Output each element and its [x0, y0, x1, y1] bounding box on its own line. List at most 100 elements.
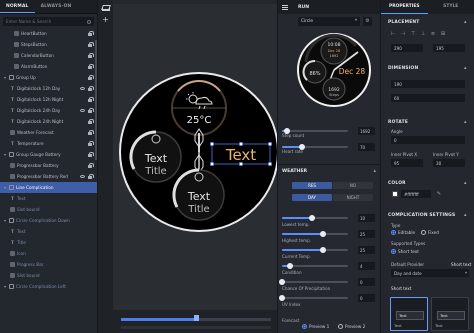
forecast-preview-1[interactable]: Preview 1	[302, 324, 329, 329]
slider-value-field[interactable]: 0	[358, 278, 375, 286]
expand-arrow-icon[interactable]: ▾	[4, 218, 8, 223]
timeline-handle[interactable]	[194, 315, 199, 321]
complication-header[interactable]: COMPLICATION SETTINGS	[388, 212, 467, 218]
slider-thumb[interactable]	[279, 279, 285, 285]
layer-item[interactable]: ▾ Circle Complication Down	[0, 215, 97, 226]
resize-handle[interactable]	[210, 162, 214, 166]
layer-search-input[interactable]: Enter Name & Search	[3, 17, 94, 26]
rotate-header[interactable]: ROTATE	[388, 119, 467, 125]
layer-item[interactable]: T Digitalclock 12h Day	[0, 83, 97, 94]
position-x-field[interactable]: 290	[391, 44, 423, 52]
layers-icon[interactable]	[102, 4, 110, 11]
align-bottom-icon[interactable]: ⊞	[440, 31, 446, 37]
slider-value-field[interactable]: 25	[358, 230, 375, 238]
value-slider[interactable]: 0	[279, 293, 375, 303]
align-center-icon[interactable]: ⊣	[400, 31, 406, 37]
forecast-preview-2[interactable]: Preview 2	[338, 324, 365, 329]
slider-value-field[interactable]: 25	[358, 246, 375, 254]
layer-item[interactable]: Icon	[0, 248, 97, 259]
align-right-icon[interactable]: ⊤	[410, 31, 416, 37]
value-slider[interactable]: 10	[282, 213, 375, 223]
lock-icon[interactable]	[88, 42, 94, 48]
tab-style[interactable]: STYLE	[428, 0, 474, 14]
visibility-icon[interactable]	[80, 108, 85, 112]
weather-toggle-button[interactable]: DAY	[292, 194, 332, 201]
layer-item[interactable]: ▾ Circle Complication Left	[0, 281, 97, 292]
slider-thumb[interactable]	[279, 295, 285, 301]
layer-item[interactable]: T Text	[0, 226, 97, 237]
layer-item[interactable]: HeartButton	[0, 28, 97, 39]
resize-handle[interactable]	[210, 142, 214, 146]
watch-face-canvas[interactable]: 25°C Text Title Text Title Text	[118, 71, 280, 233]
slider-track[interactable]	[282, 130, 348, 132]
expand-arrow-icon[interactable]: ▾	[4, 185, 8, 190]
lock-icon[interactable]	[88, 174, 94, 180]
value-slider[interactable]: 25	[282, 245, 375, 255]
provider-select[interactable]: Day and date	[391, 269, 469, 277]
layer-item[interactable]: T Text	[0, 193, 97, 204]
visibility-icon[interactable]	[80, 174, 85, 178]
lock-icon[interactable]	[88, 86, 94, 92]
slider-thumb[interactable]	[284, 128, 291, 134]
align-middle-icon[interactable]: ≡	[430, 31, 436, 37]
slider-thumb[interactable]	[319, 247, 326, 253]
layer-item[interactable]: CalendarButton	[0, 50, 97, 61]
slider-value-field[interactable]: 1692	[358, 127, 375, 135]
pivot-x-field[interactable]: 95	[391, 159, 423, 167]
layer-item[interactable]: Progressbar Battery Red	[0, 171, 97, 182]
color-hex-field[interactable]: #ffffffff	[401, 190, 431, 198]
width-field[interactable]: 190	[391, 80, 465, 88]
slider-value-field[interactable]: 70	[358, 143, 375, 151]
lock-icon[interactable]	[88, 64, 94, 70]
slider-thumb[interactable]	[308, 215, 315, 221]
color-header[interactable]: COLOR	[388, 180, 465, 186]
lock-icon[interactable]	[88, 152, 94, 158]
circle-complication-left[interactable]: Text Title	[129, 130, 182, 183]
short-text-style-card-2[interactable]: Text Text	[431, 297, 469, 331]
timeline-scrollbar[interactable]	[121, 326, 271, 329]
menu-icon[interactable]	[282, 4, 288, 10]
layer-item[interactable]: T Temperature	[0, 138, 97, 149]
align-left-icon[interactable]: ⊢	[390, 31, 396, 37]
slider-track[interactable]	[282, 297, 348, 299]
lock-icon[interactable]	[88, 163, 94, 169]
slider-value-field[interactable]: 0	[358, 294, 375, 302]
add-layer-icon[interactable]: +	[102, 16, 109, 24]
layer-item[interactable]: Slot bound	[0, 270, 97, 281]
layer-item[interactable]: T Digitalclock 24h Night	[0, 116, 97, 127]
eyedropper-icon[interactable]: ✎	[436, 191, 442, 197]
slider-track[interactable]	[282, 281, 348, 283]
slider-thumb[interactable]	[319, 231, 326, 237]
lock-icon[interactable]	[88, 75, 94, 81]
expand-arrow-icon[interactable]: ▾	[4, 75, 8, 80]
settings-icon[interactable]: ⚙	[363, 17, 372, 26]
layer-item[interactable]: Weather Forecast	[0, 127, 97, 138]
supported-short-text[interactable]: Short text	[391, 249, 419, 254]
lock-icon[interactable]	[88, 108, 94, 114]
lock-icon[interactable]	[88, 31, 94, 37]
circle-complication-down[interactable]: Text Title	[172, 168, 225, 221]
lock-icon[interactable]	[88, 53, 94, 59]
value-slider[interactable]: 4	[282, 261, 375, 271]
placement-header[interactable]: PLACEMENT	[388, 19, 468, 25]
layer-item[interactable]: T Digitalclock 24h Day	[0, 105, 97, 116]
expand-arrow-icon[interactable]: ▾	[4, 284, 8, 289]
lock-icon[interactable]	[88, 97, 94, 103]
tab-always-on[interactable]: ALWAYS-ON	[35, 0, 78, 13]
lock-icon[interactable]	[88, 141, 94, 147]
slider-value-field[interactable]: 10	[358, 214, 375, 222]
layer-item[interactable]: T Title	[0, 237, 97, 248]
slider-thumb[interactable]	[298, 144, 305, 150]
layer-item[interactable]: AlarmButton	[0, 61, 97, 72]
type-fixed-radio[interactable]: Fixed	[421, 230, 439, 235]
resize-handle[interactable]	[268, 142, 272, 146]
layer-item[interactable]: T Digitalclock 12h Night	[0, 94, 97, 105]
visibility-icon[interactable]	[80, 86, 85, 90]
pivot-y-field[interactable]: 30	[433, 159, 465, 167]
align-top-icon[interactable]: ⊥	[420, 31, 426, 37]
shape-select[interactable]: Circle	[298, 17, 360, 26]
layer-item[interactable]: StepsButton	[0, 39, 97, 50]
height-field[interactable]: 60	[391, 94, 465, 102]
tab-normal[interactable]: NORMAL	[0, 0, 35, 13]
lock-icon[interactable]	[88, 119, 94, 125]
